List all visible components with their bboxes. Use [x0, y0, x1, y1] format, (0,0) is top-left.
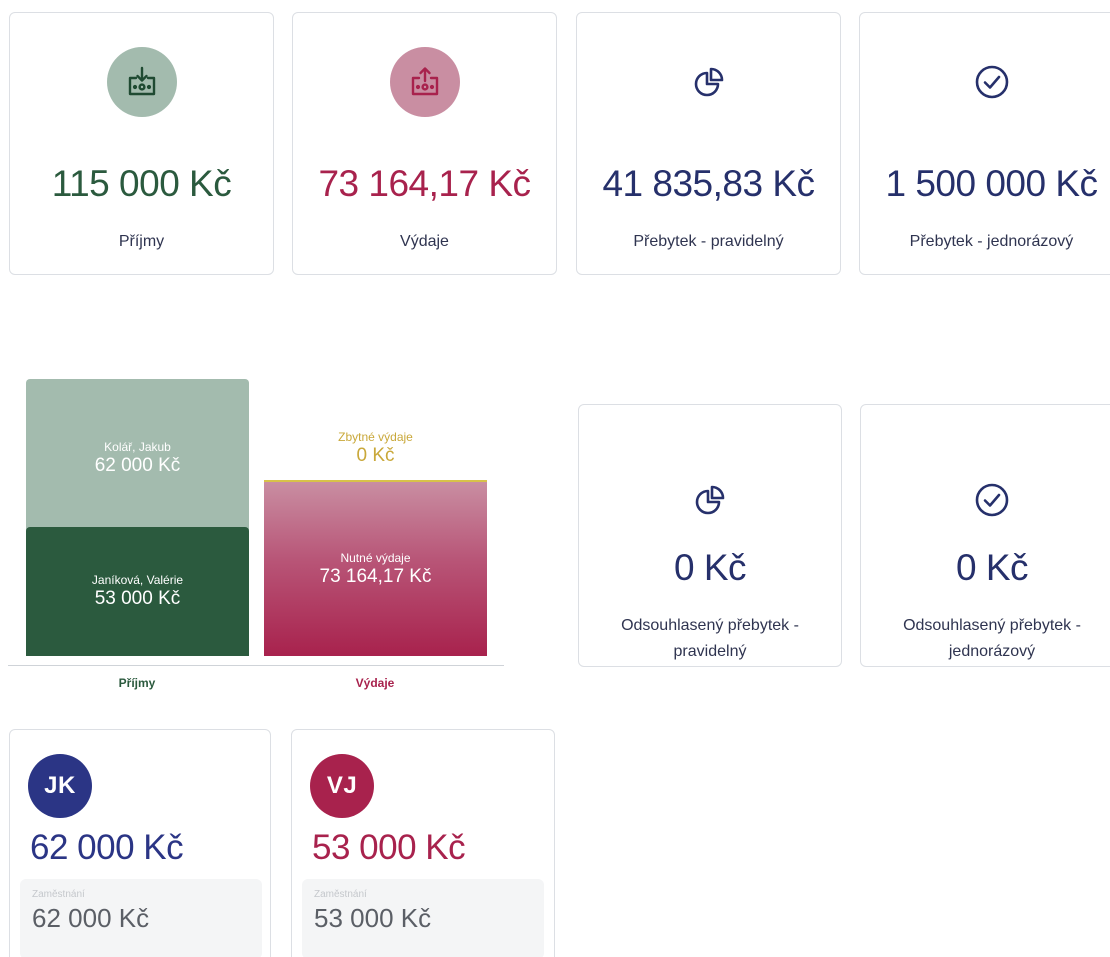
approved-regular-amount: 0 Kč: [673, 547, 747, 588]
income-source-item: Zaměstnání 62 000 Kč: [20, 879, 262, 957]
approved-onetime-label: Odsouhlasený přebytek - jednorázový: [903, 617, 1081, 660]
income-icon-circle: [106, 47, 177, 117]
expense-amount: 73 164,17 Kč: [318, 163, 531, 204]
pie-chart-icon: [695, 485, 725, 515]
surplus-onetime-label: Přebytek - jednorázový: [909, 233, 1074, 250]
surplus-regular-amount: 41 835,83 Kč: [602, 163, 815, 204]
chart-category-vydaje: Výdaje: [355, 676, 395, 690]
chart-segment-nutne-name: Nutné výdaje: [340, 550, 411, 565]
chart-category-prijmy: Příjmy: [118, 676, 156, 690]
pie-chart-icon: [694, 67, 723, 97]
chart-segment-janikova-name: Janíková, Valérie: [91, 573, 184, 587]
approved-onetime-card: 0 Kč Odsouhlasený přebytek - jednorázový: [860, 404, 1110, 667]
income-source-amount: 62 000 Kč: [32, 903, 150, 933]
approved-onetime-amount: 0 Kč: [955, 547, 1029, 588]
chart-segment-kolar-name: Kolář, Jakub: [104, 439, 171, 454]
surplus-regular-label: Přebytek - pravidelný: [633, 233, 784, 250]
avatar: VJ: [310, 754, 374, 818]
surplus-regular-icon-wrap: [674, 47, 744, 117]
chart-segment-nutne-value: 73 164,17 Kč: [319, 565, 432, 587]
chart-segment-kolar-value: 62 000 Kč: [94, 454, 181, 476]
surplus-regular-card: 41 835,83 Kč Přebytek - pravidelný: [576, 12, 841, 275]
chart-zbytne-name: Zbytné výdaje: [338, 430, 413, 444]
chart-zbytne-value: 0 Kč: [356, 445, 395, 466]
person-income-amount: 62 000 Kč: [30, 828, 184, 867]
surplus-onetime-card: 1 500 000 Kč Přebytek - jednorázový: [859, 12, 1110, 275]
chart-segment-kolar: Kolář, Jakub 62 000 Kč: [26, 379, 249, 537]
person-card-jk[interactable]: JK 62 000 Kč Zaměstnání 62 000 Kč: [9, 729, 271, 957]
avatar: JK: [28, 754, 92, 818]
approved-regular-label: Odsouhlasený přebytek - pravidelný: [621, 617, 799, 660]
income-source-item: Zaměstnání 53 000 Kč: [302, 879, 544, 957]
person-income-amount: 53 000 Kč: [312, 828, 466, 867]
income-download-icon: [128, 66, 155, 96]
chart-label-zbytne: Zbytné výdaje 0 Kč: [264, 430, 487, 467]
expense-label: Výdaje: [400, 233, 449, 250]
surplus-onetime-icon-wrap: [957, 47, 1027, 117]
income-source-amount: 53 000 Kč: [314, 903, 432, 933]
income-source-label: Zaměstnání: [32, 889, 85, 900]
income-amount: 115 000 Kč: [51, 163, 232, 204]
expense-icon-circle: [389, 47, 460, 117]
approved-regular-card: 0 Kč Odsouhlasený přebytek - pravidelný: [578, 404, 842, 667]
income-expense-chart: Kolář, Jakub 62 000 Kč Janíková, Valérie…: [8, 378, 504, 698]
chart-segment-janikova-value: 53 000 Kč: [94, 588, 181, 609]
chart-segment-nutne: Nutné výdaje 73 164,17 Kč: [264, 482, 487, 656]
income-label: Příjmy: [118, 233, 165, 250]
income-card: 115 000 Kč Příjmy: [9, 12, 274, 275]
chart-segment-janikova: Janíková, Valérie 53 000 Kč: [26, 527, 249, 656]
chart-baseline: [8, 665, 504, 666]
approved-onetime-icon-wrap: [957, 465, 1027, 535]
income-source-label: Zaměstnání: [314, 889, 367, 900]
expense-upload-icon: [411, 67, 438, 96]
surplus-onetime-amount: 1 500 000 Kč: [885, 163, 1098, 204]
check-circle-icon: [975, 65, 1008, 99]
person-card-vj[interactable]: VJ 53 000 Kč Zaměstnání 53 000 Kč: [291, 729, 555, 957]
check-circle-icon: [975, 483, 1009, 517]
expense-card: 73 164,17 Kč Výdaje: [292, 12, 557, 275]
approved-regular-icon-wrap: [675, 465, 745, 535]
